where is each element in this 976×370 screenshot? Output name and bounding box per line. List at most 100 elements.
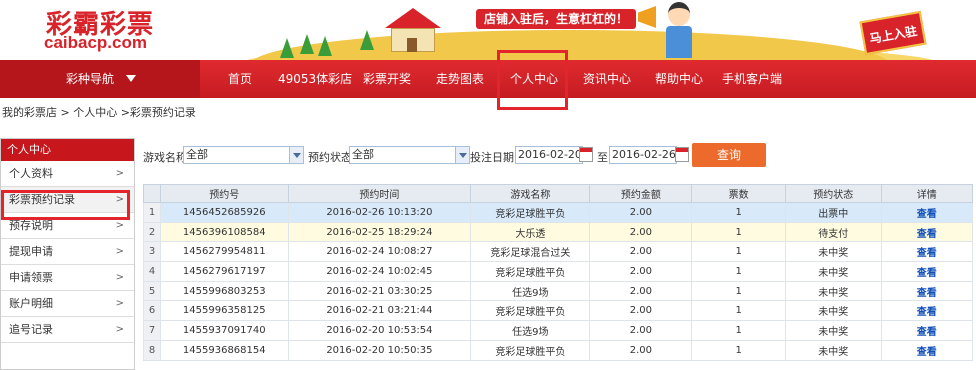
reservation-id: 1456279617197 — [160, 261, 289, 282]
reservation-time: 2016-02-24 10:02:45 — [287, 261, 472, 282]
reservation-status: 未中奖 — [784, 241, 882, 263]
tree-icon — [280, 38, 294, 58]
view-details-link[interactable]: 查看 — [917, 209, 937, 220]
reservation-time: 2016-02-21 03:30:25 — [287, 280, 472, 302]
table-row[interactable]: 5 1455996803253 2016-02-21 03:30:25 任选9场… — [143, 280, 974, 302]
calendar-icon[interactable] — [675, 147, 689, 162]
nav-lottery-results[interactable]: 彩票开奖 — [363, 60, 411, 98]
reservation-id: 1456452685926 — [160, 202, 289, 223]
highlight-box — [1, 190, 130, 220]
site-logo-url[interactable]: caibacp.com — [44, 33, 147, 53]
lottery-guide-label: 彩种导航 — [66, 72, 115, 86]
ticket-count: 1 — [691, 339, 786, 361]
status-label: 预约状态 — [308, 151, 352, 164]
reservation-id: 1455936868154 — [160, 339, 289, 361]
sidebar-item-account-details[interactable]: 账户明细 > — [1, 291, 134, 317]
row-number: 3 — [143, 241, 161, 263]
game-name: 竞彩足球胜平负 — [470, 202, 591, 223]
table-header-row: 预约号 预约时间 游戏名称 预约金额 票数 预约状态 详情 — [143, 184, 974, 203]
view-details-link[interactable]: 查看 — [917, 268, 937, 279]
sidebar-item-chase-records[interactable]: 追号记录 > — [1, 317, 134, 343]
ticket-count: 1 — [691, 280, 786, 302]
view-details-link[interactable]: 查看 — [917, 347, 937, 358]
view-details-link[interactable]: 查看 — [917, 327, 937, 338]
reservation-status: 未中奖 — [784, 280, 882, 302]
view-details-link[interactable]: 查看 — [917, 288, 937, 299]
reservation-time: 2016-02-26 10:13:20 — [287, 202, 472, 223]
nav-store[interactable]: 49053体彩店 — [278, 60, 352, 98]
chevron-down-icon — [289, 147, 303, 163]
sidebar-item-withdraw[interactable]: 提现申请 > — [1, 239, 134, 265]
date-from-input[interactable]: 2016-02-20 — [515, 146, 583, 164]
nav-trend-charts[interactable]: 走势图表 — [436, 60, 484, 98]
amount: 2.00 — [589, 221, 693, 243]
amount: 2.00 — [589, 241, 693, 263]
tree-icon — [318, 36, 332, 56]
chevron-down-icon — [455, 147, 469, 163]
lottery-guide-menu[interactable]: 彩种导航 — [0, 60, 200, 98]
sidebar-title: 个人中心 — [1, 139, 134, 161]
status-value: 全部 — [352, 148, 374, 161]
reservation-time: 2016-02-21 03:21:44 — [287, 300, 472, 322]
sidebar: 个人中心 个人资料 > 彩票预约记录 > 预存说明 > 提现申请 > 申请领票 … — [0, 138, 135, 370]
reservation-status: 未中奖 — [784, 261, 882, 282]
reservation-time: 2016-02-20 10:53:54 — [287, 320, 472, 341]
date-to-input[interactable]: 2016-02-26 — [609, 146, 677, 164]
sidebar-item-label: 账户明细 — [9, 297, 53, 310]
row-number: 8 — [143, 339, 161, 361]
reservation-status: 待支付 — [784, 221, 882, 243]
game-name: 大乐透 — [470, 221, 591, 243]
calendar-icon[interactable] — [579, 147, 593, 162]
chevron-down-icon — [126, 75, 136, 82]
sidebar-item-profile[interactable]: 个人资料 > — [1, 161, 134, 187]
row-number: 7 — [143, 320, 161, 341]
game-name: 竞彩足球胜平负 — [470, 261, 591, 282]
row-number: 6 — [143, 300, 161, 322]
nav-mobile-client[interactable]: 手机客户端 — [722, 60, 782, 98]
amount: 2.00 — [589, 261, 693, 282]
chevron-right-icon: > — [115, 272, 124, 283]
table-row[interactable]: 3 1456279954811 2016-02-24 10:08:27 竞彩足球… — [143, 241, 974, 263]
game-name-value: 全部 — [186, 148, 208, 161]
column-header: 票数 — [691, 184, 786, 203]
nav-help[interactable]: 帮助中心 — [655, 60, 703, 98]
ticket-count: 1 — [691, 241, 786, 263]
game-name-select[interactable]: 全部 — [183, 146, 304, 164]
game-name: 任选9场 — [470, 280, 591, 302]
nav-news[interactable]: 资讯中心 — [583, 60, 631, 98]
table-row[interactable]: 2 1456396108584 2016-02-25 18:29:24 大乐透 … — [143, 221, 974, 243]
join-now-sign[interactable]: 马上入驻 — [859, 10, 927, 56]
megaphone-icon — [638, 6, 656, 28]
view-details-link[interactable]: 查看 — [917, 229, 937, 240]
table-row[interactable]: 1 1456452685926 2016-02-26 10:13:20 竞彩足球… — [143, 202, 974, 223]
query-button[interactable]: 查询 — [692, 143, 766, 167]
reservation-status: 未中奖 — [784, 300, 882, 322]
sidebar-item-label: 追号记录 — [9, 323, 53, 336]
date-to-label: 至 — [597, 151, 608, 164]
highlight-box — [497, 50, 568, 110]
tree-icon — [360, 30, 374, 50]
table-row[interactable]: 7 1455937091740 2016-02-20 10:53:54 任选9场… — [143, 320, 974, 341]
table-row[interactable]: 8 1455936868154 2016-02-20 10:50:35 竞彩足球… — [143, 339, 974, 361]
game-name: 竞彩足球胜平负 — [470, 339, 591, 361]
view-details-link[interactable]: 查看 — [917, 248, 937, 259]
status-select[interactable]: 全部 — [349, 146, 470, 164]
table-row[interactable]: 6 1455996358125 2016-02-21 03:21:44 竞彩足球… — [143, 300, 974, 322]
mascot-illustration — [664, 2, 694, 58]
reservation-status: 出票中 — [784, 202, 882, 223]
ticket-count: 1 — [691, 221, 786, 243]
chevron-right-icon: > — [115, 298, 124, 309]
nav-home[interactable]: 首页 — [228, 60, 252, 98]
reservation-time: 2016-02-25 18:29:24 — [287, 221, 472, 243]
column-header: 预约号 — [160, 184, 289, 203]
sidebar-item-claim-ticket[interactable]: 申请领票 > — [1, 265, 134, 291]
chevron-right-icon: > — [115, 246, 124, 257]
amount: 2.00 — [589, 202, 693, 223]
row-number: 2 — [143, 221, 161, 243]
header-banner: 彩霸彩票 caibacp.com 店铺入驻后，生意杠杠的！ 马上入驻 — [0, 0, 976, 60]
view-details-link[interactable]: 查看 — [917, 307, 937, 318]
reservation-status: 未中奖 — [784, 320, 882, 341]
banner-slogan: 店铺入驻后，生意杠杠的！ — [476, 9, 637, 29]
bet-date-label: 投注日期 — [470, 151, 514, 164]
table-row[interactable]: 4 1456279617197 2016-02-24 10:02:45 竞彩足球… — [143, 261, 974, 282]
